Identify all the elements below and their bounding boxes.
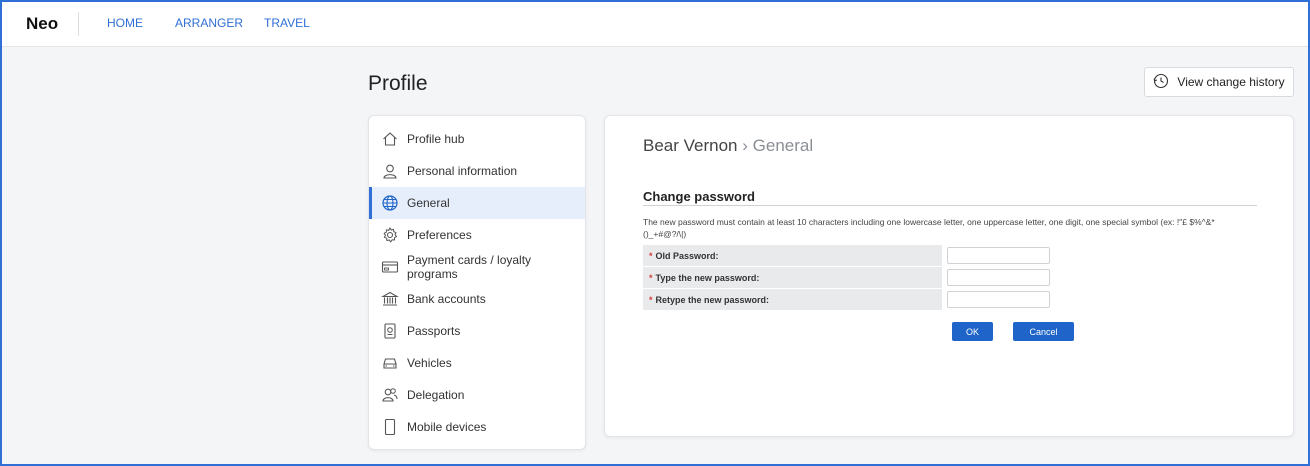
cancel-button[interactable]: Cancel [1013, 322, 1074, 341]
retype-password-row: * Retype the new password: [643, 289, 1053, 310]
user-icon [381, 162, 399, 180]
sidebar-item-bank-accounts[interactable]: Bank accounts [369, 283, 585, 315]
sidebar-item-label: General [407, 196, 450, 210]
old-password-field[interactable] [947, 247, 1050, 264]
new-password-field[interactable] [947, 269, 1050, 286]
password-requirements-text: The new password must contain at least 1… [643, 217, 1215, 239]
required-marker: * [649, 272, 653, 283]
sidebar-item-mobile-devices[interactable]: Mobile devices [369, 411, 585, 443]
new-password-label: * Type the new password: [643, 267, 942, 288]
sidebar-item-label: Passports [407, 324, 461, 338]
section-divider [643, 205, 1257, 206]
sidebar-item-label: Mobile devices [407, 420, 487, 434]
required-marker: * [649, 250, 653, 261]
page-title: Profile [368, 72, 428, 95]
bank-icon [381, 290, 399, 308]
breadcrumb-section: General [752, 136, 814, 155]
old-password-row: * Old Password: [643, 245, 1053, 266]
nav-travel-link[interactable]: TRAVEL [264, 16, 310, 30]
app-window: Neo HOME ARRANGER TRAVEL Profile View ch… [0, 0, 1310, 466]
sidebar-item-payment-cards[interactable]: Payment cards / loyalty programs [369, 251, 585, 283]
brand-logo[interactable]: Neo [26, 14, 58, 34]
sidebar-item-personal-information[interactable]: Personal information [369, 155, 585, 187]
breadcrumb-user-name: Bear Vernon [643, 136, 738, 155]
ok-button[interactable]: OK [952, 322, 993, 341]
main-content-card: Bear Vernon › General Change password Th… [604, 115, 1294, 437]
sidebar-item-delegation[interactable]: Delegation [369, 379, 585, 411]
sidebar-item-preferences[interactable]: Preferences [369, 219, 585, 251]
breadcrumb-separator: › [742, 136, 748, 155]
sidebar-item-label: Delegation [407, 388, 465, 402]
view-change-history-button[interactable]: View change history [1144, 67, 1294, 97]
sidebar-item-label: Personal information [407, 164, 518, 178]
retype-password-label: * Retype the new password: [643, 289, 942, 310]
phone-icon [381, 418, 399, 436]
sidebar-item-vehicles[interactable]: Vehicles [369, 347, 585, 379]
new-password-row: * Type the new password: [643, 267, 1053, 288]
sidebar-item-label: Profile hub [407, 132, 465, 146]
sidebar-item-general[interactable]: General [369, 187, 585, 219]
old-password-label: * Old Password: [643, 245, 942, 266]
profile-sidebar: Profile hub Personal information General… [368, 115, 586, 450]
gear-icon [381, 226, 399, 244]
view-change-history-label: View change history [1177, 75, 1285, 89]
sidebar-item-label: Payment cards / loyalty programs [407, 253, 532, 281]
nav-home-link[interactable]: HOME [107, 16, 143, 30]
sidebar-item-profile-hub[interactable]: Profile hub [369, 123, 585, 155]
brand-divider [78, 12, 79, 36]
history-icon [1153, 73, 1169, 92]
top-navigation-bar: Neo HOME ARRANGER TRAVEL [2, 2, 1308, 47]
car-icon [381, 354, 399, 372]
sidebar-item-passports[interactable]: Passports [369, 315, 585, 347]
retype-password-field[interactable] [947, 291, 1050, 308]
nav-arranger-link[interactable]: ARRANGER [175, 16, 243, 30]
sidebar-item-label: Vehicles [407, 356, 452, 370]
sidebar-item-label: Preferences [407, 228, 472, 242]
home-icon [381, 130, 399, 148]
breadcrumb: Bear Vernon › General [643, 136, 813, 156]
users-icon [381, 386, 399, 404]
passport-icon [381, 322, 399, 340]
card-icon [381, 258, 399, 276]
sidebar-item-label: Bank accounts [407, 292, 486, 306]
required-marker: * [649, 294, 653, 305]
change-password-heading: Change password [643, 189, 755, 204]
globe-icon [381, 194, 399, 212]
